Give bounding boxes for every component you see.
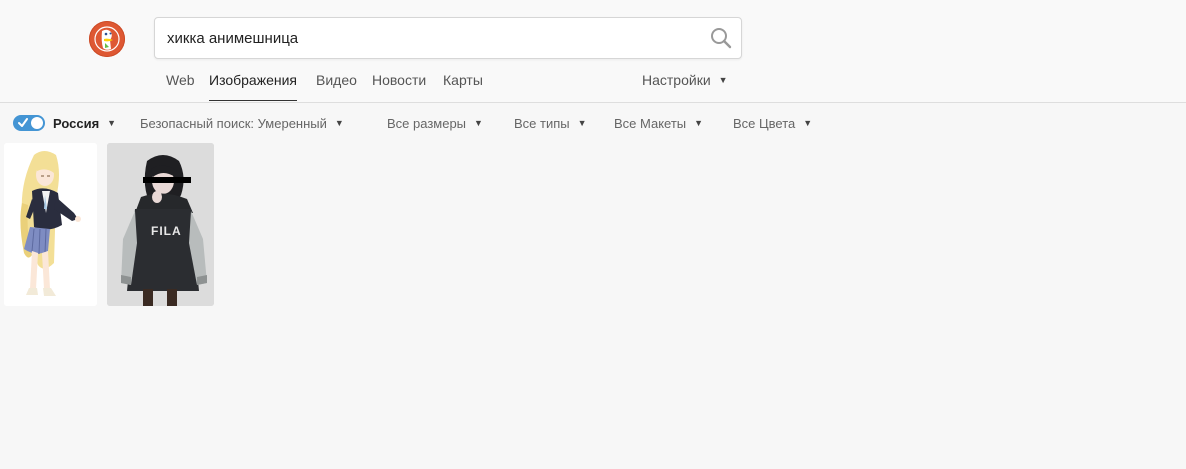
tab-web[interactable]: Web [166, 72, 195, 88]
tab-images[interactable]: Изображения [209, 72, 297, 101]
settings-dropdown[interactable]: Настройки ▼ [642, 72, 728, 88]
layout-dropdown[interactable]: Все Макеты ▼ [614, 116, 703, 131]
caret-down-icon: ▼ [694, 118, 704, 128]
layout-label: Все Макеты [614, 116, 687, 131]
checkmark-icon [18, 118, 28, 127]
caret-down-icon: ▼ [334, 118, 344, 128]
size-label: Все размеры [387, 116, 467, 131]
region-toggle[interactable] [13, 115, 45, 131]
region-dropdown[interactable]: Россия ▼ [53, 116, 116, 131]
region-label: Россия [53, 116, 100, 131]
filters-bar: Россия ▼ Безопасный поиск: Умеренный ▼ Все… [0, 103, 1186, 141]
color-dropdown[interactable]: Все Цвета ▼ [733, 116, 812, 131]
safe-search-dropdown[interactable]: Безопасный поиск: Умеренный ▼ [140, 116, 344, 131]
anime-girl-blonde-image [4, 143, 97, 306]
tab-video[interactable]: Видео [316, 72, 357, 88]
color-label: Все Цвета [733, 116, 796, 131]
header: Web Изображения Видео Новости Карты Наст… [0, 0, 1186, 103]
duckduckgo-logo-icon[interactable] [89, 21, 125, 57]
search-box [154, 17, 742, 59]
caret-down-icon: ▼ [474, 118, 483, 128]
image-result[interactable] [4, 143, 97, 306]
search-input[interactable] [167, 18, 697, 58]
tab-maps[interactable]: Карты [443, 72, 483, 88]
caret-down-icon: ▼ [803, 118, 813, 128]
anime-girl-black-hoodie-image: FILA [107, 143, 214, 306]
svg-text:FILA: FILA [151, 224, 182, 238]
caret-down-icon: ▼ [718, 75, 728, 85]
caret-down-icon: ▼ [107, 118, 117, 128]
toggle-knob [31, 117, 43, 129]
settings-label: Настройки [642, 72, 711, 88]
type-dropdown[interactable]: Все типы ▼ [514, 116, 587, 131]
type-label: Все типы [514, 116, 570, 131]
safe-search-label: Безопасный поиск: Умеренный [140, 116, 327, 131]
size-dropdown[interactable]: Все размеры ▼ [387, 116, 483, 131]
tab-news[interactable]: Новости [372, 72, 426, 88]
image-result[interactable]: FILA [107, 143, 214, 306]
caret-down-icon: ▼ [577, 118, 587, 128]
search-icon[interactable] [709, 26, 733, 50]
